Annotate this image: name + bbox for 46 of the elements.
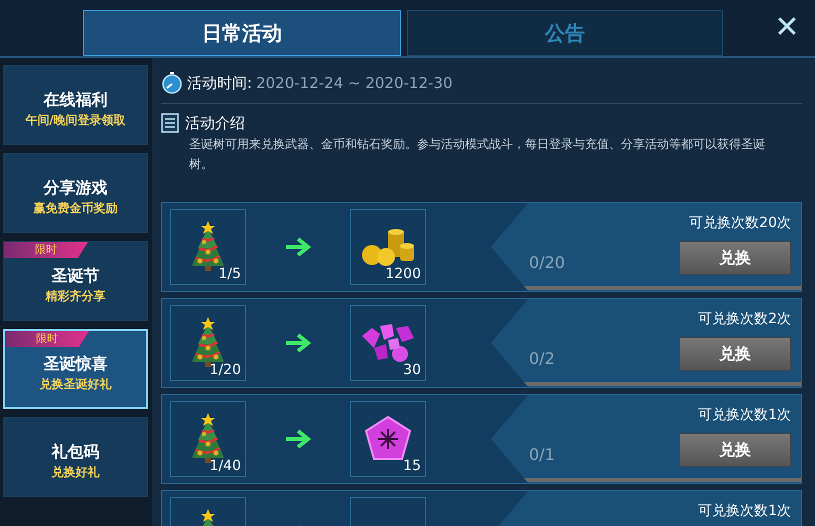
exchange-limit-text: 可兑换次数1次: [698, 502, 791, 521]
exchange-limit-text: 可兑换次数2次: [698, 310, 791, 329]
event-time-label: 活动时间:: [187, 73, 252, 94]
exchange-button[interactable]: 兑换: [679, 433, 791, 467]
sidebar-item[interactable]: 在线福利 午间/晚间登录领取: [3, 65, 148, 145]
sidebar-item[interactable]: 限时 圣诞节 精彩齐分享: [3, 241, 148, 321]
item-amount: 1200: [385, 265, 421, 283]
item-amount: 30: [403, 361, 421, 379]
progress-count: 0/2: [529, 349, 555, 369]
item-amount: 1/40: [210, 457, 241, 475]
sidebar-item-title: 圣诞节: [52, 265, 100, 287]
exchange-limit-text: 可兑换次数1次: [698, 406, 791, 425]
close-button[interactable]: ✕: [771, 10, 803, 46]
sidebar-item[interactable]: 礼包码 兑换好礼: [3, 417, 148, 497]
sidebar-item-subtitle: 午间/晚间登录领取: [25, 112, 126, 129]
sidebar-item-title: 分享游戏: [44, 177, 108, 199]
stopwatch-icon: [161, 72, 183, 94]
sidebar-item-title: 礼包码: [52, 441, 100, 463]
tab[interactable]: 公告: [407, 10, 723, 56]
exchange-limit-text: 可兑换次数20次: [689, 214, 791, 233]
sidebar-item-subtitle: 兑换圣诞好礼: [40, 376, 112, 393]
arrow-icon: [284, 429, 312, 449]
item-amount: 1/20: [210, 361, 241, 379]
sidebar-item-subtitle: 赢免费金币奖励: [34, 200, 118, 217]
event-intro-text: 圣诞树可用来兑换武器、金币和钻石奖励。参与活动模式战斗，每日登录与充值、分享活动等都可以获得圣诞树。: [188, 136, 766, 173]
progress-count: 0/1: [529, 445, 555, 465]
tab[interactable]: 日常活动: [83, 10, 401, 56]
arrow-icon: [284, 237, 312, 257]
document-list-icon: [161, 112, 179, 133]
item-amount: 1/5: [218, 265, 241, 283]
sidebar-item[interactable]: 限时 圣诞惊喜 兑换圣诞好礼: [3, 329, 148, 409]
limited-badge: 限时: [4, 242, 88, 258]
sidebar-item-subtitle: 兑换好礼: [52, 464, 100, 481]
limited-badge: 限时: [5, 331, 89, 347]
event-intro-title: 活动介绍: [185, 112, 245, 134]
event-time-value: 2020-12-24 ~ 2020-12-30: [256, 73, 453, 94]
progress-count: 0/20: [529, 253, 565, 273]
sidebar-item-title: 在线福利: [44, 89, 108, 111]
sidebar-item-subtitle: 精彩齐分享: [46, 288, 106, 305]
sidebar-item-title: 圣诞惊喜: [44, 353, 108, 375]
arrow-icon: [284, 333, 312, 353]
coin-stack-icon: [360, 227, 416, 267]
item-amount: 15: [403, 457, 421, 475]
exchange-button[interactable]: 兑换: [679, 241, 791, 275]
sidebar-item[interactable]: 分享游戏 赢免费金币奖励: [3, 153, 148, 233]
exchange-button[interactable]: 兑换: [679, 337, 791, 371]
